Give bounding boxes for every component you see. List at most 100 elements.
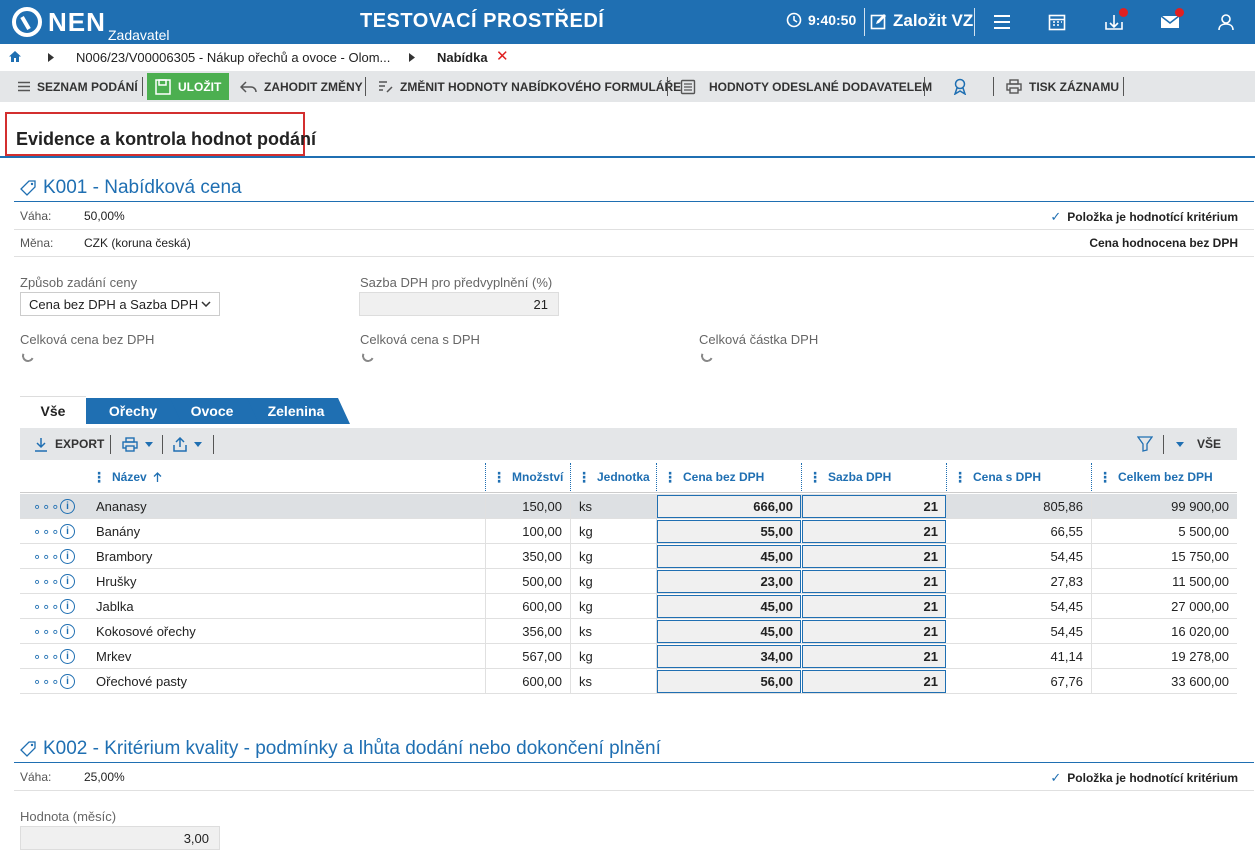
column-vat-header[interactable]: ⋮ Sazba DPH xyxy=(808,461,891,493)
cell-vat-input[interactable]: 21 xyxy=(802,495,946,518)
info-icon[interactable]: i xyxy=(60,599,75,614)
row-actions-icon[interactable]: ∘∘∘ xyxy=(33,499,60,515)
column-menu-icon[interactable]: ⋮ xyxy=(808,470,822,484)
price-mode-select[interactable]: Cena bez DPH a Sazba DPH xyxy=(20,292,220,316)
column-menu-icon[interactable]: ⋮ xyxy=(953,470,967,484)
cell-price-input[interactable]: 34,00 xyxy=(657,645,801,668)
create-tender-button[interactable]: Založit VZ xyxy=(870,11,973,31)
row-actions-icon[interactable]: ∘∘∘ xyxy=(33,524,60,540)
column-quantity-header[interactable]: ⋮ Množství xyxy=(492,461,563,493)
column-menu-icon[interactable]: ⋮ xyxy=(1098,470,1112,484)
table-row[interactable]: ∘∘∘ i Ořechové pasty 600,00 ks 56,00 21 67,76 33… xyxy=(20,669,1237,694)
vat-prefill-input[interactable]: 21 xyxy=(359,292,559,316)
column-price-vat-header[interactable]: ⋮ Cena s DPH xyxy=(953,461,1041,493)
export-button[interactable]: EXPORT xyxy=(34,428,104,460)
close-icon[interactable]: ✕ xyxy=(496,47,509,65)
column-total-header[interactable]: ⋮ Celkem bez DPH xyxy=(1098,461,1213,493)
row-action[interactable]: i xyxy=(60,569,76,594)
row-action[interactable]: ∘∘∘ xyxy=(33,519,59,544)
info-icon[interactable]: i xyxy=(60,624,75,639)
cell-vat-input[interactable]: 21 xyxy=(802,520,946,543)
info-icon[interactable]: i xyxy=(60,649,75,664)
row-actions-icon[interactable]: ∘∘∘ xyxy=(33,624,60,640)
table-row[interactable]: ∘∘∘ i Brambory 350,00 kg 45,00 21 54,45 15 750,0… xyxy=(20,544,1237,569)
cell-vat-input[interactable]: 21 xyxy=(802,595,946,618)
column-unit-header[interactable]: ⋮ Jednotka xyxy=(577,461,650,493)
print-menu-button[interactable] xyxy=(122,428,153,460)
info-icon[interactable]: i xyxy=(60,524,75,539)
tab-orechy[interactable]: Ořechy xyxy=(84,398,182,424)
row-actions-icon[interactable]: ∘∘∘ xyxy=(33,674,60,690)
supplier-values-button[interactable]: HODNOTY ODESLANÉ DODAVATELEM xyxy=(680,71,932,102)
submission-list-button[interactable]: SEZNAM PODÁNÍ xyxy=(18,71,138,102)
column-menu-icon[interactable]: ⋮ xyxy=(92,470,106,484)
tab-zelenina[interactable]: Zelenina xyxy=(242,398,350,424)
cell-price-input[interactable]: 45,00 xyxy=(657,620,801,643)
table-row[interactable]: ∘∘∘ i Jablka 600,00 kg 45,00 21 54,45 27 000,00 xyxy=(20,594,1237,619)
row-action[interactable]: i xyxy=(60,494,76,519)
value-months-input[interactable]: 3,00 xyxy=(20,826,220,850)
info-icon[interactable]: i xyxy=(60,499,75,514)
discard-changes-button[interactable]: ZAHODIT ZMĚNY xyxy=(240,71,363,102)
table-row[interactable]: ∘∘∘ i Banány 100,00 kg 55,00 21 66,55 5 500,00 xyxy=(20,519,1237,544)
row-action[interactable]: i xyxy=(60,519,76,544)
calendar-icon[interactable] xyxy=(1045,10,1069,34)
breadcrumb-tender-link[interactable]: N006/23/V00006305 - Nákup ořechů a ovoce… xyxy=(76,50,390,65)
table-row[interactable]: ∘∘∘ i Kokosové ořechy 356,00 ks 45,00 21 54,45 1… xyxy=(20,619,1237,644)
cell-price-input[interactable]: 45,00 xyxy=(657,595,801,618)
cell-vat-input[interactable]: 21 xyxy=(802,645,946,668)
row-action[interactable]: ∘∘∘ xyxy=(33,494,59,519)
row-action[interactable]: i xyxy=(60,644,76,669)
row-action[interactable]: i xyxy=(60,544,76,569)
column-menu-icon[interactable]: ⋮ xyxy=(492,470,506,484)
change-form-values-button[interactable]: ZMĚNIT HODNOTY NABÍDKOVÉHO FORMULÁŘE xyxy=(378,71,681,102)
row-actions-icon[interactable]: ∘∘∘ xyxy=(33,599,60,615)
cell-price-input[interactable]: 666,00 xyxy=(657,495,801,518)
column-menu-icon[interactable]: ⋮ xyxy=(663,470,677,484)
row-action[interactable]: i xyxy=(60,619,76,644)
nen-logo[interactable]: NEN xyxy=(12,6,106,38)
cell-vat-input[interactable]: 21 xyxy=(802,620,946,643)
print-record-button[interactable]: TISK ZÁZNAMU xyxy=(1006,71,1119,102)
inbox-icon[interactable] xyxy=(1102,8,1128,34)
user-icon[interactable] xyxy=(1214,10,1238,34)
cell-price-input[interactable]: 23,00 xyxy=(657,570,801,593)
share-menu-button[interactable] xyxy=(173,428,202,460)
mail-icon[interactable] xyxy=(1158,8,1184,34)
info-icon[interactable]: i xyxy=(60,549,75,564)
award-button[interactable] xyxy=(952,71,968,102)
row-action[interactable]: ∘∘∘ xyxy=(33,619,59,644)
column-name-header[interactable]: ⋮ Název xyxy=(92,461,162,493)
filter-all-dropdown[interactable]: VŠE xyxy=(1176,428,1221,460)
row-action[interactable]: ∘∘∘ xyxy=(33,644,59,669)
table-row[interactable]: ∘∘∘ i Hrušky 500,00 kg 23,00 21 27,83 11 500,00 xyxy=(20,569,1237,594)
row-action[interactable]: ∘∘∘ xyxy=(33,544,59,569)
filter-button[interactable] xyxy=(1137,428,1153,460)
row-actions-icon[interactable]: ∘∘∘ xyxy=(33,649,60,665)
column-menu-icon[interactable]: ⋮ xyxy=(577,470,591,484)
tab-vse[interactable]: Vše xyxy=(20,396,86,424)
cell-vat-input[interactable]: 21 xyxy=(802,670,946,693)
cell-price-input[interactable]: 45,00 xyxy=(657,545,801,568)
row-actions-icon[interactable]: ∘∘∘ xyxy=(33,574,60,590)
cell-vat-input[interactable]: 21 xyxy=(802,545,946,568)
info-icon[interactable]: i xyxy=(60,674,75,689)
row-action[interactable]: ∘∘∘ xyxy=(33,669,59,694)
info-icon[interactable]: i xyxy=(60,574,75,589)
table-row[interactable]: ∘∘∘ i Mrkev 567,00 kg 34,00 21 41,14 19 278,00 xyxy=(20,644,1237,669)
cell-price-input[interactable]: 55,00 xyxy=(657,520,801,543)
save-button[interactable]: ULOŽIT xyxy=(147,73,230,100)
row-action[interactable]: i xyxy=(60,669,76,694)
cell-price-input[interactable]: 56,00 xyxy=(657,670,801,693)
row-action[interactable]: i xyxy=(60,594,76,619)
row-action[interactable]: ∘∘∘ xyxy=(33,594,59,619)
row-actions-icon[interactable]: ∘∘∘ xyxy=(33,549,60,565)
home-icon[interactable] xyxy=(8,50,22,63)
cell-price-vat: 67,76 xyxy=(1050,674,1083,689)
cell-vat-input[interactable]: 21 xyxy=(802,570,946,593)
menu-icon[interactable] xyxy=(990,10,1014,34)
row-action[interactable]: ∘∘∘ xyxy=(33,569,59,594)
column-price-header[interactable]: ⋮ Cena bez DPH xyxy=(663,461,764,493)
table-row[interactable]: ∘∘∘ i Ananasy 150,00 ks 666,00 21 805,86 99 900,… xyxy=(20,494,1237,519)
logo-subtitle: Zadavatel xyxy=(108,27,170,43)
